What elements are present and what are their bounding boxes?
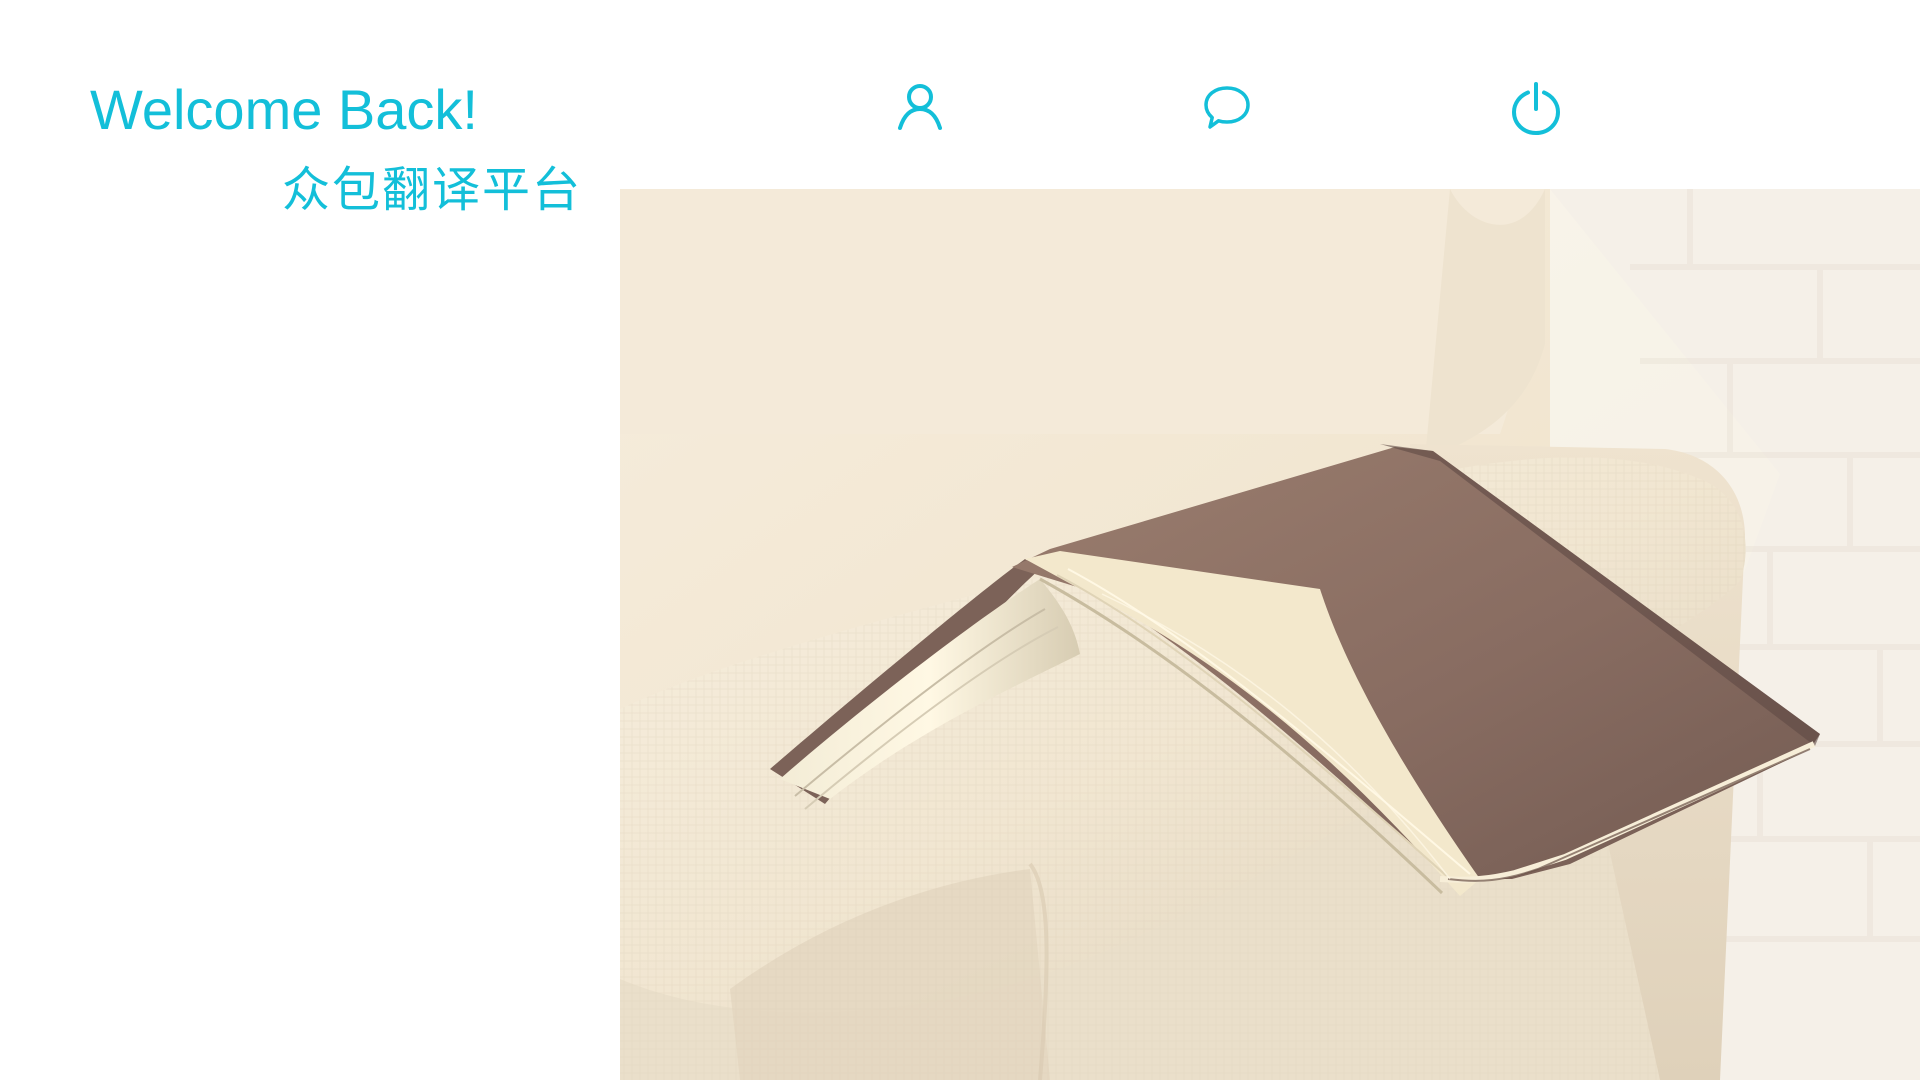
user-profile-button[interactable] <box>888 76 952 140</box>
logout-button[interactable] <box>1504 76 1568 140</box>
messages-button[interactable] <box>1194 76 1258 140</box>
platform-name: 众包翻译平台 <box>282 162 583 218</box>
hero-book-photo <box>620 189 1920 1080</box>
chat-bubble-icon <box>1198 80 1254 136</box>
user-icon <box>892 80 948 136</box>
page: Welcome Back! 众包翻译平台 <box>0 0 1920 1080</box>
power-icon <box>1507 79 1565 137</box>
welcome-title: Welcome Back! <box>90 78 478 141</box>
brand-block: Welcome Back! 众包翻译平台 <box>90 72 590 232</box>
book-on-sofa-image <box>620 189 1920 1080</box>
